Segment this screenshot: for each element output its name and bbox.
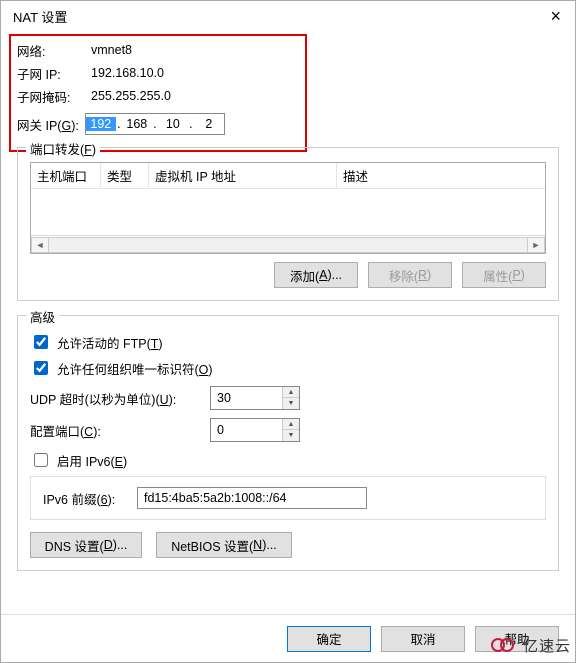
network-label: 网络: xyxy=(17,41,91,60)
network-section: 网络: vmnet8 子网 IP: 192.168.10.0 子网掩码: 255… xyxy=(1,31,575,135)
network-row: 网络: vmnet8 xyxy=(17,39,559,61)
dns-settings-button[interactable]: DNS 设置(D)... xyxy=(30,532,142,558)
config-port-spinner[interactable]: 0 ▲▼ xyxy=(210,418,300,442)
table-header: 主机端口 类型 虚拟机 IP 地址 描述 xyxy=(31,163,545,189)
config-port-value[interactable]: 0 xyxy=(211,423,282,437)
chevron-up-icon[interactable]: ▲ xyxy=(283,419,299,430)
logo-icon xyxy=(491,634,521,656)
dialog-title: NAT 设置 xyxy=(9,7,67,26)
netbios-settings-button[interactable]: NetBIOS 设置(N)... xyxy=(156,532,292,558)
scroll-track[interactable] xyxy=(49,237,527,253)
port-forwarding-buttons: 添加(A)... 移除(R) 属性(P) xyxy=(30,262,546,288)
config-port-label: 配置端口(C): xyxy=(30,421,202,440)
spinner-arrows[interactable]: ▲▼ xyxy=(282,387,299,409)
ipv6-prefix-input[interactable] xyxy=(137,487,367,509)
subnet-mask-value: 255.255.255.0 xyxy=(91,89,171,103)
chevron-down-icon[interactable]: ▼ xyxy=(283,430,299,441)
udp-timeout-value[interactable]: 30 xyxy=(211,391,282,405)
udp-timeout-spinner[interactable]: 30 ▲▼ xyxy=(210,386,300,410)
ftp-label: 允许活动的 FTP(T) xyxy=(57,333,163,352)
advanced-legend: 高级 xyxy=(26,307,59,326)
ipv6-prefix-box: IPv6 前缀(6): xyxy=(30,476,546,520)
port-forwarding-legend: 端口转发(F) xyxy=(26,139,100,158)
chevron-up-icon[interactable]: ▲ xyxy=(283,387,299,398)
logo-text: 亿速云 xyxy=(523,635,571,656)
config-port-row: 配置端口(C): 0 ▲▼ xyxy=(30,418,546,442)
remove-button: 移除(R) xyxy=(368,262,452,288)
oui-label: 允许任何组织唯一标识符(O) xyxy=(57,359,213,378)
col-vm-ip[interactable]: 虚拟机 IP 地址 xyxy=(149,163,337,188)
cancel-button[interactable]: 取消 xyxy=(381,626,465,652)
subnet-mask-row: 子网掩码: 255.255.255.0 xyxy=(17,85,559,107)
oui-checkbox[interactable] xyxy=(34,361,48,375)
ok-button[interactable]: 确定 xyxy=(287,626,371,652)
ipv6-prefix-label: IPv6 前缀(6): xyxy=(43,489,129,508)
add-button[interactable]: 添加(A)... xyxy=(274,262,358,288)
udp-timeout-label: UDP 超时(以秒为单位)(U): xyxy=(30,389,202,408)
ipv6-checkbox[interactable] xyxy=(34,453,48,467)
ipv6-label: 启用 IPv6(E) xyxy=(57,451,127,470)
ip-octet-3[interactable]: 10 xyxy=(158,117,188,131)
properties-button: 属性(P) xyxy=(462,262,546,288)
col-host-port[interactable]: 主机端口 xyxy=(31,163,101,188)
nat-settings-dialog: NAT 设置 × 网络: vmnet8 子网 IP: 192.168.10.0 … xyxy=(0,0,576,663)
ftp-checkbox[interactable] xyxy=(34,335,48,349)
col-desc[interactable]: 描述 xyxy=(337,163,545,188)
table-body xyxy=(31,189,545,235)
oui-row: 允许任何组织唯一标识符(O) xyxy=(30,358,546,378)
ip-octet-4[interactable]: 2 xyxy=(194,117,224,131)
subnet-ip-label: 子网 IP: xyxy=(17,64,91,83)
subnet-mask-label: 子网掩码: xyxy=(17,87,91,106)
gateway-ip-input[interactable]: 192 . 168 . 10 . 2 xyxy=(85,113,225,135)
subnet-ip-value: 192.168.10.0 xyxy=(91,66,164,80)
col-type[interactable]: 类型 xyxy=(101,163,149,188)
scroll-left-icon[interactable]: ◄ xyxy=(31,237,49,253)
gateway-row: 网关 IP(G): 192 . 168 . 10 . 2 xyxy=(17,113,559,135)
ip-octet-2[interactable]: 168 xyxy=(122,117,152,131)
port-forwarding-group: 端口转发(F) 主机端口 类型 虚拟机 IP 地址 描述 ◄ ► 添加(A)..… xyxy=(17,147,559,301)
close-icon[interactable]: × xyxy=(544,6,567,27)
udp-timeout-row: UDP 超时(以秒为单位)(U): 30 ▲▼ xyxy=(30,386,546,410)
watermark-logo: 亿速云 xyxy=(491,634,571,656)
dns-netbios-row: DNS 设置(D)... NetBIOS 设置(N)... xyxy=(30,532,546,558)
advanced-group: 高级 允许活动的 FTP(T) 允许任何组织唯一标识符(O) UDP 超时(以秒… xyxy=(17,315,559,571)
scroll-right-icon[interactable]: ► xyxy=(527,237,545,253)
spinner-arrows[interactable]: ▲▼ xyxy=(282,419,299,441)
bottom-bar: 确定 取消 帮助 xyxy=(1,614,575,662)
subnet-ip-row: 子网 IP: 192.168.10.0 xyxy=(17,62,559,84)
horizontal-scrollbar[interactable]: ◄ ► xyxy=(31,235,545,253)
chevron-down-icon[interactable]: ▼ xyxy=(283,398,299,409)
network-value: vmnet8 xyxy=(91,43,132,57)
ftp-row: 允许活动的 FTP(T) xyxy=(30,332,546,352)
port-forwarding-table[interactable]: 主机端口 类型 虚拟机 IP 地址 描述 ◄ ► xyxy=(30,162,546,254)
titlebar: NAT 设置 × xyxy=(1,1,575,31)
ipv6-prefix-row: IPv6 前缀(6): xyxy=(43,487,533,509)
gateway-label: 网关 IP(G): xyxy=(17,115,79,134)
ipv6-row: 启用 IPv6(E) xyxy=(30,450,546,470)
ip-octet-1[interactable]: 192 xyxy=(86,117,116,131)
